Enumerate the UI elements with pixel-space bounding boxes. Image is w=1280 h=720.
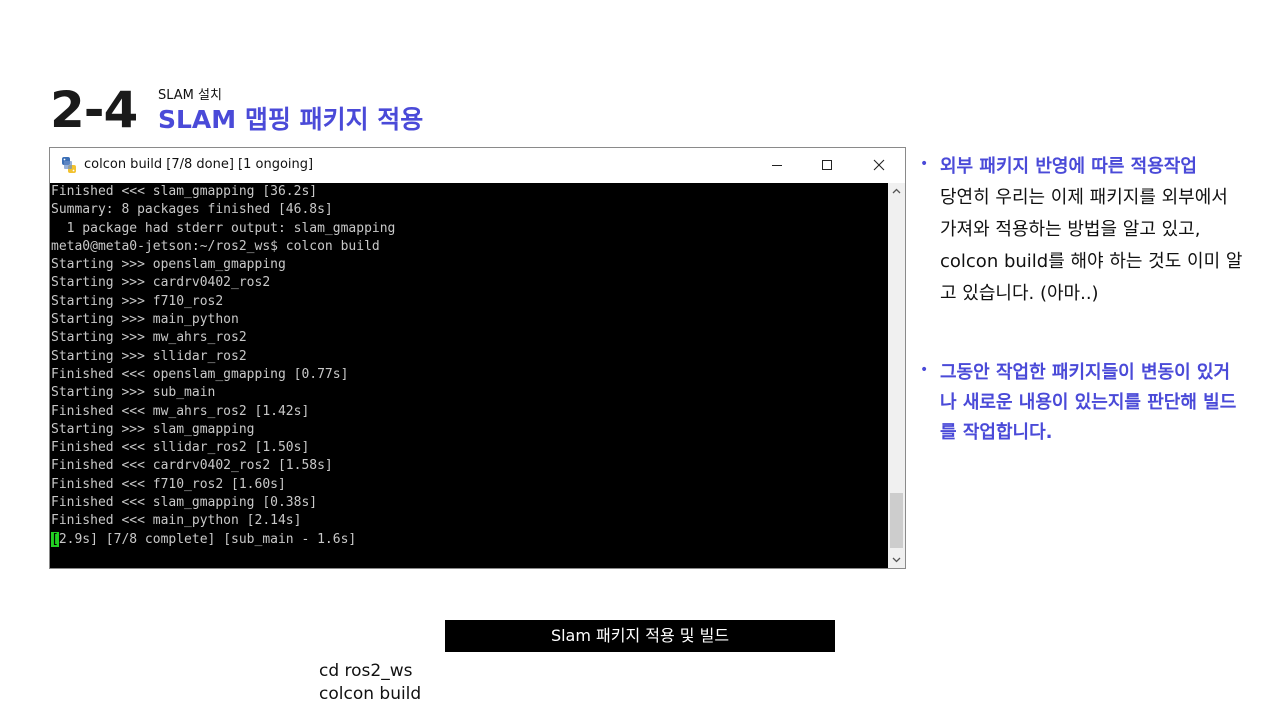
note-body: 당연히 우리는 이제 패키지를 외부에서 가져와 적용하는 방법을 알고 있고,…	[940, 187, 1243, 304]
figure-caption: Slam 패키지 적용 및 빌드	[445, 620, 835, 652]
terminal-line: Summary: 8 packages finished [46.8s]	[51, 202, 333, 218]
command-line: colcon build	[319, 684, 422, 704]
terminal-line: Finished <<< cardrv0402_ros2 [1.58s]	[51, 458, 333, 474]
terminal-line: Starting >>> main_python	[51, 312, 239, 328]
terminal-line: Starting >>> sub_main	[51, 385, 216, 401]
terminal-line: Starting >>> sllidar_ros2	[51, 348, 247, 364]
terminal-line: 1 package had stderr output: slam_gmappi…	[51, 220, 396, 236]
python-icon	[62, 157, 76, 173]
progress-text: 2.9s] [7/8 complete] [sub_main - 1.6s]	[58, 531, 357, 547]
chevron-up-icon	[892, 188, 901, 194]
section-subtitle: SLAM 설치	[158, 88, 222, 103]
minimize-button[interactable]	[754, 148, 800, 182]
terminal-output[interactable]: Finished <<< slam_gmapping [36.2s] Summa…	[50, 183, 888, 568]
terminal-line: Finished <<< main_python [2.14s]	[51, 513, 302, 529]
terminal-line: Finished <<< openslam_gmapping [0.77s]	[51, 366, 349, 382]
scroll-up-button[interactable]	[888, 183, 905, 200]
notes-panel: • 외부 패키지 반영에 따른 적용작업 당연히 우리는 이제 패키지를 외부에…	[918, 152, 1258, 448]
close-button[interactable]	[856, 148, 902, 182]
note-item: • 외부 패키지 반영에 따른 적용작업 당연히 우리는 이제 패키지를 외부에…	[918, 152, 1258, 310]
minimize-icon	[772, 165, 782, 166]
terminal-line: Starting >>> cardrv0402_ros2	[51, 275, 271, 291]
terminal-line: meta0@meta0-jetson:~/ros2_ws$ colcon bui…	[51, 238, 380, 254]
scroll-down-button[interactable]	[888, 551, 905, 568]
terminal-progress-line: [2.9s] [7/8 complete] [sub_main - 1.6s]	[50, 531, 888, 549]
terminal-line: Starting >>> f710_ros2	[51, 293, 224, 309]
chevron-down-icon	[892, 557, 901, 563]
section-number: 2-4	[50, 81, 138, 139]
terminal-line: Finished <<< slam_gmapping [0.38s]	[51, 495, 318, 511]
bullet-icon: •	[920, 156, 929, 172]
terminal-line: Finished <<< f710_ros2 [1.60s]	[51, 476, 286, 492]
terminal-window[interactable]: colcon build [7/8 done] [1 ongoing] Fini…	[49, 147, 906, 569]
terminal-line: Starting >>> slam_gmapping	[51, 421, 255, 437]
terminal-line: Starting >>> mw_ahrs_ros2	[51, 330, 247, 346]
scrollbar-thumb[interactable]	[890, 493, 903, 548]
bullet-icon: •	[920, 362, 929, 378]
terminal-line: Finished <<< sllidar_ros2 [1.50s]	[51, 440, 310, 456]
section-title: SLAM 맵핑 패키지 적용	[158, 105, 424, 134]
terminal-cursor: [	[51, 531, 59, 547]
note-item: • 그동안 작업한 패키지들이 변동이 있거나 새로운 내용이 있는지를 판단해…	[918, 358, 1258, 448]
command-list: cd ros2_ws colcon build	[319, 660, 421, 706]
vertical-scrollbar[interactable]	[888, 183, 905, 568]
maximize-icon	[822, 160, 832, 170]
maximize-button[interactable]	[804, 148, 850, 182]
window-titlebar[interactable]: colcon build [7/8 done] [1 ongoing]	[50, 148, 905, 184]
terminal-line: Finished <<< mw_ahrs_ros2 [1.42s]	[51, 403, 310, 419]
terminal-line: Finished <<< slam_gmapping [36.2s]	[51, 184, 318, 199]
window-title: colcon build [7/8 done] [1 ongoing]	[84, 157, 314, 172]
close-icon	[873, 159, 885, 171]
note-heading: 그동안 작업한 패키지들이 변동이 있거나 새로운 내용이 있는지를 판단해 빌…	[940, 362, 1237, 443]
note-heading: 외부 패키지 반영에 따른 적용작업	[940, 156, 1197, 177]
command-line: cd ros2_ws	[319, 661, 413, 681]
terminal-line: Starting >>> openslam_gmapping	[51, 257, 286, 273]
